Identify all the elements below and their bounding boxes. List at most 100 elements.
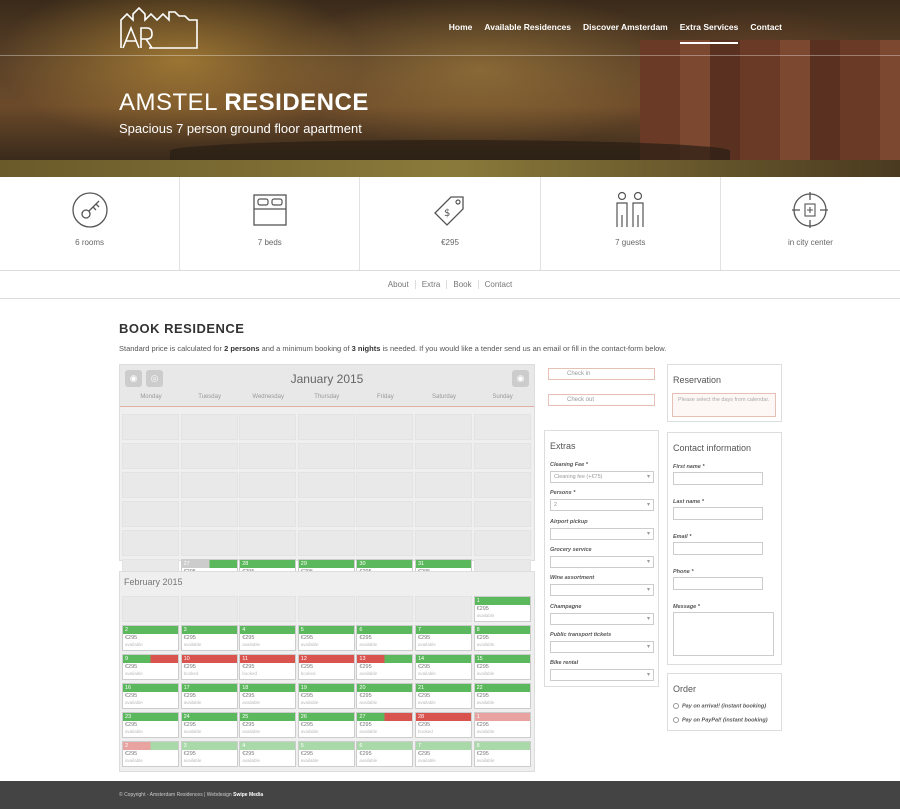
calendar-day[interactable]: 27€295available bbox=[356, 712, 414, 738]
calendar-day[interactable]: 3 €295 available bbox=[180, 625, 238, 651]
calendar-day[interactable]: 12 €295 booked bbox=[297, 654, 355, 680]
nav-home[interactable]: Home bbox=[449, 22, 473, 38]
calendar-day[interactable]: 7 €295 available bbox=[415, 625, 472, 651]
section-subnav: About Extra Book Contact bbox=[0, 271, 900, 299]
nav-available-residences[interactable]: Available Residences bbox=[484, 22, 571, 38]
calendar-day[interactable]: 16 €295 available bbox=[122, 683, 179, 709]
calendar-day[interactable]: 10 €295 booked bbox=[180, 654, 238, 680]
day-number: 14 bbox=[416, 655, 471, 663]
subnav-contact[interactable]: Contact bbox=[477, 280, 519, 289]
extra-field-select[interactable] bbox=[550, 527, 654, 540]
day-price: €295 bbox=[476, 664, 489, 670]
footer-brand-link[interactable]: Swipe Media bbox=[233, 792, 263, 798]
calendar-day[interactable]: 15 €295 available bbox=[473, 654, 531, 680]
calendar-day[interactable]: 14 €295 available bbox=[415, 654, 472, 680]
calendar-day[interactable]: 7 €295 available bbox=[415, 741, 472, 767]
nav-extra-services[interactable]: Extra Services bbox=[679, 22, 738, 44]
calendar-day[interactable]: 17 €295 available bbox=[180, 683, 238, 709]
contact-input[interactable] bbox=[673, 472, 763, 485]
calendar-day[interactable]: 2 €295 available bbox=[122, 741, 179, 767]
extra-field-label: Public transport tickets bbox=[550, 631, 612, 638]
subnav-book[interactable]: Book bbox=[446, 280, 477, 289]
extra-field-select[interactable] bbox=[550, 584, 654, 597]
calendar-day[interactable]: 1 €295 available bbox=[473, 712, 531, 738]
calendar-empty-cell bbox=[239, 414, 297, 440]
extra-field-select[interactable] bbox=[550, 555, 654, 568]
day-status: available bbox=[125, 671, 143, 676]
extra-field-select[interactable] bbox=[550, 669, 654, 682]
feature-rooms-label: 6 rooms bbox=[75, 238, 105, 247]
calendar-day[interactable]: 20 €295 available bbox=[356, 683, 414, 709]
calendar-empty-cell bbox=[297, 501, 355, 527]
message-textarea[interactable] bbox=[673, 612, 774, 656]
extra-field-label: Grocery service bbox=[550, 546, 592, 553]
calendar-day[interactable]: 4 €295 available bbox=[239, 741, 297, 767]
extra-field-select[interactable] bbox=[550, 612, 654, 625]
calendar-day[interactable]: 5 €295 available bbox=[297, 741, 355, 767]
calendar-empty-cell bbox=[356, 596, 414, 622]
day-status: booked bbox=[242, 671, 257, 676]
subnav-about[interactable]: About bbox=[382, 280, 415, 289]
checkout-field[interactable]: Check out bbox=[548, 394, 655, 406]
next-month-button[interactable]: ◉ bbox=[512, 370, 529, 387]
calendar-day[interactable]: 6 €295 available bbox=[356, 625, 414, 651]
calendar-day[interactable]: 24 €295 available bbox=[180, 712, 238, 738]
day-status: available bbox=[476, 700, 495, 705]
calendar-day[interactable]: 4 €295 available bbox=[239, 625, 297, 651]
calendar-empty-cell bbox=[239, 501, 297, 527]
page-title: AMSTEL RESIDENCE bbox=[119, 89, 369, 117]
day-status: available bbox=[476, 613, 495, 618]
calendar-day[interactable]: 11 €295 booked bbox=[239, 654, 297, 680]
calendar-day[interactable]: 22 €295 available bbox=[473, 683, 531, 709]
extra-field-select[interactable]: Cleaning fee (+€75) bbox=[550, 471, 654, 483]
calendar-day[interactable]: 25 €295 available bbox=[239, 712, 297, 738]
day-price: €295 bbox=[125, 635, 138, 641]
calendar-month-title: January 2015 bbox=[290, 372, 364, 386]
calendar-day[interactable]: 28 €295 booked bbox=[415, 712, 472, 738]
subnav-extra[interactable]: Extra bbox=[414, 280, 447, 289]
extra-field-select[interactable]: 2 bbox=[550, 499, 654, 512]
day-number: 27 bbox=[181, 560, 237, 568]
day-number: 28 bbox=[416, 713, 471, 721]
checkin-field[interactable]: Check in bbox=[548, 368, 655, 380]
contact-panel: Contact information First name * Last nam… bbox=[667, 432, 782, 665]
calendar-day[interactable]: 19 €295 available bbox=[297, 683, 355, 709]
contact-input[interactable] bbox=[673, 507, 763, 520]
calendar-day[interactable]: 26 €295 available bbox=[297, 712, 355, 738]
calendar-day[interactable]: 5 €295 available bbox=[297, 625, 355, 651]
calendar-day[interactable]: 8 €295 available bbox=[473, 625, 531, 651]
calendar-day[interactable]: 9 €295 available bbox=[122, 654, 179, 680]
day-status: available bbox=[125, 758, 143, 763]
calendar-day[interactable]: 21 €295 available bbox=[415, 683, 472, 709]
pay-paypal-radio[interactable]: Pay on PayPal! (instant booking) bbox=[673, 717, 768, 723]
calendar-day[interactable]: 3 €295 available bbox=[180, 741, 238, 767]
day-number: 9 bbox=[123, 655, 178, 663]
calendar-day[interactable]: 13 €295 available bbox=[356, 654, 414, 680]
extra-field-select[interactable] bbox=[550, 640, 654, 653]
contact-input[interactable] bbox=[673, 577, 763, 590]
logo-icon[interactable] bbox=[119, 6, 199, 50]
nav-contact[interactable]: Contact bbox=[750, 22, 782, 38]
calendar-day[interactable]: 18 €295 available bbox=[239, 683, 297, 709]
calendar-day[interactable]: 1 €295 available bbox=[473, 596, 531, 622]
calendar-day[interactable]: 6 €295 available bbox=[356, 741, 414, 767]
calendar-empty-cell bbox=[180, 414, 238, 440]
day-price: €295 bbox=[183, 635, 196, 641]
intro-text-3: is needed. If you would like a tender se… bbox=[380, 344, 667, 353]
calendar-empty-cell bbox=[180, 472, 238, 498]
reservation-notice: Please select the days from calendar. bbox=[672, 393, 776, 417]
pay-on-arrival-radio[interactable]: Pay on arrival! (instant booking) bbox=[673, 703, 766, 709]
day-price: €295 bbox=[476, 606, 489, 612]
nav-discover-amsterdam[interactable]: Discover Amsterdam bbox=[583, 22, 668, 38]
svg-text:$: $ bbox=[444, 208, 450, 219]
day-status: available bbox=[359, 729, 378, 734]
calendar-day[interactable]: 2 €295 available bbox=[122, 625, 179, 651]
day-number: 19 bbox=[298, 684, 354, 692]
calendar-day[interactable]: 23 €295 available bbox=[122, 712, 179, 738]
weekday-label: Sunday bbox=[492, 394, 513, 400]
calendar-day[interactable]: 8 €295 available bbox=[473, 741, 531, 767]
calendar-month-title: February 2015 bbox=[124, 577, 183, 587]
contact-input[interactable] bbox=[673, 542, 763, 555]
day-number: 21 bbox=[416, 684, 471, 692]
calendar-empty-cell bbox=[297, 414, 355, 440]
